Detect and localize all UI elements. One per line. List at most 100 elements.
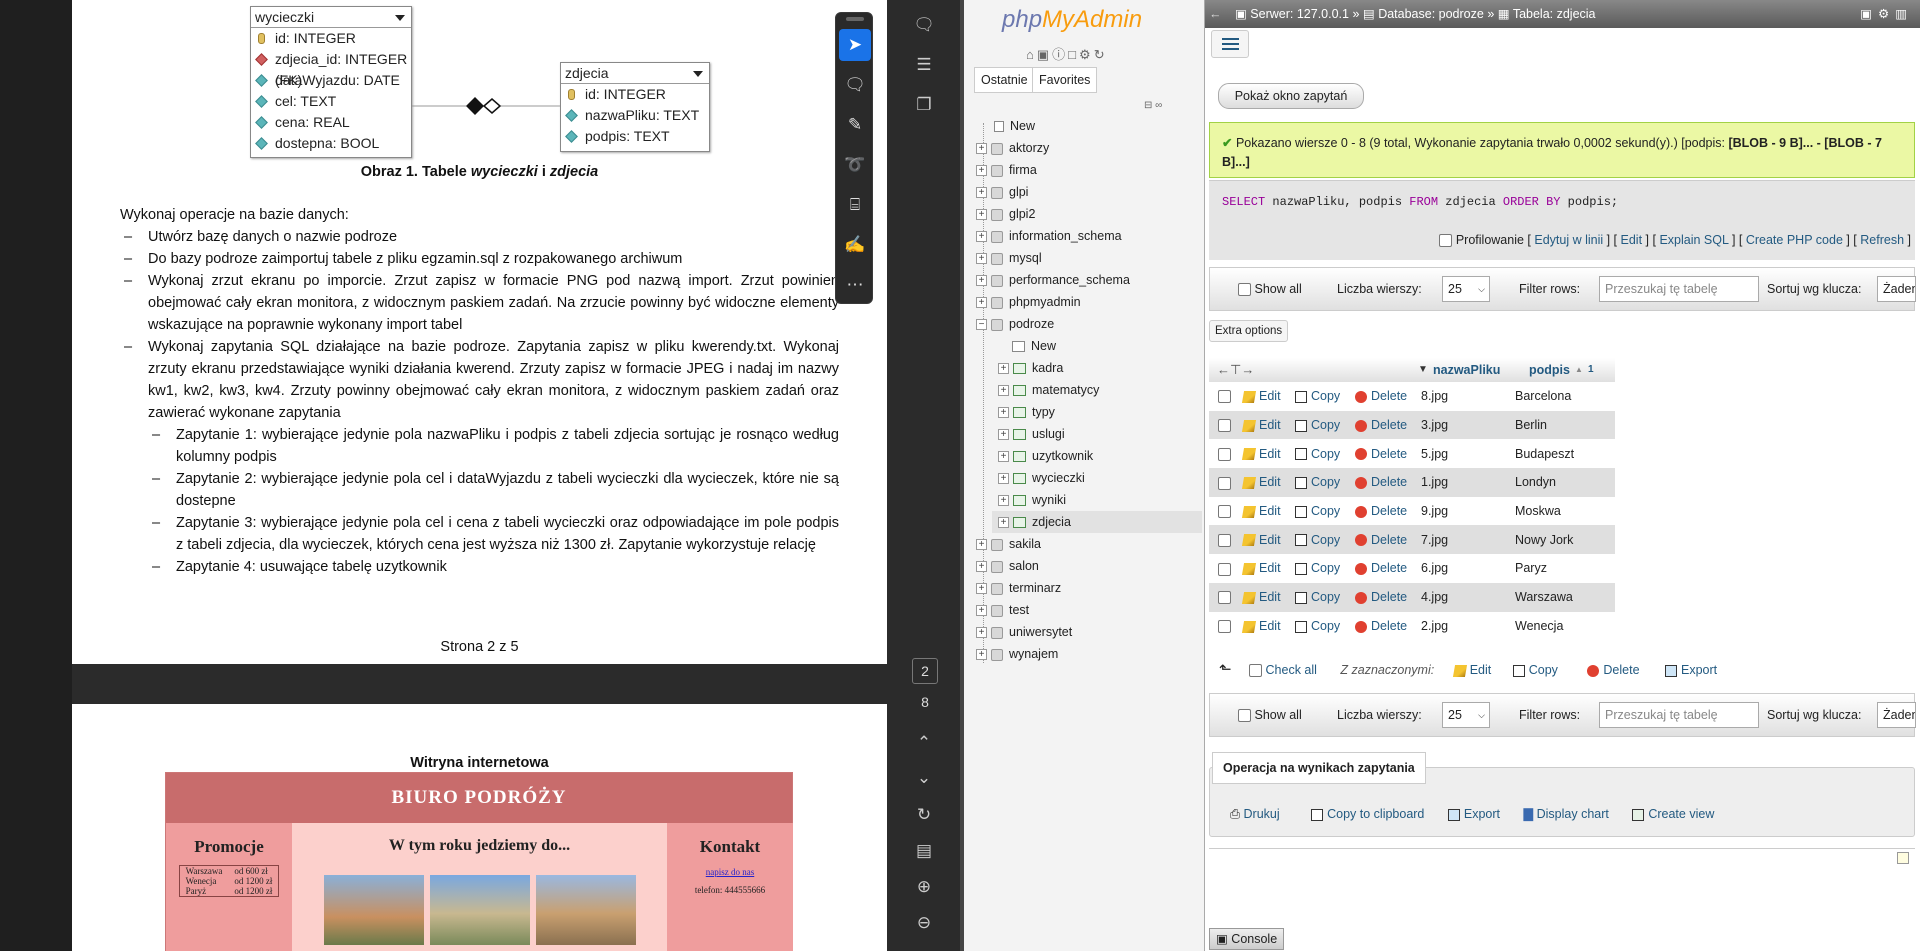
collapse-icon[interactable]: ▥ [1895,7,1913,21]
tree-db-performance-schema[interactable]: + performance_schema [976,269,1130,291]
breadcrumb-table[interactable]: Tabela: zdjecia [1513,7,1596,21]
row-checkbox-cell[interactable] [1209,554,1239,583]
bookmarks-icon[interactable]: ☰ [911,52,937,78]
tree-db-glpi2[interactable]: + glpi2 [976,203,1035,225]
column-header-podpis[interactable]: podpis [1529,363,1570,377]
row-delete-link[interactable]: Delete [1351,439,1417,468]
select-tool-icon[interactable]: ➤ [839,29,871,61]
next-page-icon[interactable]: ⌄ [911,765,937,791]
column-header-nazwapliku[interactable]: nazwaPliku [1433,363,1500,377]
row-copy-link[interactable]: Copy [1291,554,1351,583]
row-checkbox[interactable] [1217,533,1231,547]
pages-icon[interactable]: ❐ [911,92,937,118]
row-checkbox-cell[interactable] [1209,497,1239,526]
tree-db-uniwersytet[interactable]: + uniwersytet [976,621,1072,643]
comments-icon[interactable]: 🗨 [911,12,937,38]
reload-icon[interactable]: ↻ [1094,47,1108,62]
row-delete-link[interactable]: Delete [1351,497,1417,526]
settings-icon[interactable]: ⚙ [1079,47,1094,62]
tree-db-mysql[interactable]: + mysql [976,247,1042,269]
sort-key-select[interactable]: Żaden [1877,702,1916,728]
zoom-out-icon[interactable]: ⊖ [911,910,937,936]
docs-icon[interactable]: □ [1068,47,1079,62]
filter-rows-input[interactable]: Przeszukaj tę tabelę [1599,276,1759,302]
tree-db-information-schema[interactable]: + information_schema [976,225,1122,247]
breadcrumb-database[interactable]: Database: podroze [1378,7,1484,21]
show-query-box-button[interactable]: Pokaż okno zapytań [1218,83,1364,109]
back-arrow-icon[interactable]: ← [1209,0,1222,28]
tab-favorites[interactable]: Favorites [1032,67,1098,93]
row-edit-link[interactable]: Edit [1239,525,1291,554]
row-checkbox-cell[interactable] [1209,468,1239,497]
create-php-code-link[interactable]: Create PHP code [1746,233,1843,247]
tree-db-test[interactable]: + test [976,599,1029,621]
bulk-edit-button[interactable]: Edit [1452,663,1491,677]
tree-table-zdjecia[interactable]: + zdjecia [992,511,1202,533]
previous-page-icon[interactable]: ⌃ [911,730,937,756]
pma-logo[interactable]: phpMyAdmin [1002,6,1142,34]
row-edit-link[interactable]: Edit [1239,612,1291,641]
tree-db-terminarz[interactable]: + terminarz [976,577,1061,599]
row-copy-link[interactable]: Copy [1291,382,1351,411]
row-edit-link[interactable]: Edit [1239,583,1291,612]
bulk-delete-button[interactable]: Delete [1587,663,1640,677]
profiling-checkbox[interactable] [1439,234,1453,248]
edit-link[interactable]: Edit [1621,233,1643,247]
row-delete-link[interactable]: Delete [1351,382,1417,411]
refresh-link[interactable]: Refresh [1860,233,1904,247]
row-checkbox[interactable] [1217,476,1231,490]
tree-table-wyniki[interactable]: + wyniki [998,489,1066,511]
check-all-link[interactable]: Check all [1266,663,1317,677]
row-delete-link[interactable]: Delete [1351,411,1417,440]
row-edit-link[interactable]: Edit [1239,411,1291,440]
tree-db-podroze[interactable]: − podroze [976,313,1054,335]
tree-db-phpmyadmin[interactable]: + phpmyadmin [976,291,1081,313]
row-checkbox-cell[interactable] [1209,382,1239,411]
row-copy-link[interactable]: Copy [1291,497,1351,526]
toolbar-grip[interactable] [846,17,864,21]
row-delete-link[interactable]: Delete [1351,554,1417,583]
sort-key-select[interactable]: Żaden [1877,276,1916,302]
collapse-link-icons[interactable]: ⊟ ∞ [1144,100,1172,112]
tree-new-table[interactable]: New [1012,335,1056,357]
export-button[interactable]: Export [1447,807,1500,821]
row-checkbox[interactable] [1217,591,1231,605]
row-checkbox[interactable] [1217,619,1231,633]
row-delete-link[interactable]: Delete [1351,612,1417,641]
row-copy-link[interactable]: Copy [1291,411,1351,440]
sign-tool-icon[interactable]: ✍ [839,229,871,261]
tree-db-glpi[interactable]: + glpi [976,181,1028,203]
more-tools-icon[interactable]: ⋯ [839,269,871,301]
row-copy-link[interactable]: Copy [1291,468,1351,497]
tree-new-database[interactable]: New [994,115,1035,137]
row-copy-link[interactable]: Copy [1291,525,1351,554]
logout-icon[interactable]: ▣ [1037,47,1052,62]
show-all-toggle[interactable]: Show all [1238,708,1302,723]
tree-table-uslugi[interactable]: + uslugi [998,423,1065,445]
row-checkbox[interactable] [1217,419,1231,433]
row-delete-link[interactable]: Delete [1351,583,1417,612]
filter-rows-input[interactable]: Przeszukaj tę tabelę [1599,702,1759,728]
row-checkbox[interactable] [1217,562,1231,576]
row-copy-link[interactable]: Copy [1291,583,1351,612]
lock-icon[interactable]: ▣ [1860,7,1878,21]
tree-db-sakila[interactable]: + sakila [976,533,1041,555]
breadcrumb-server[interactable]: Serwer: 127.0.0.1 [1250,7,1349,21]
console-tab[interactable]: ▣ Console [1209,928,1285,950]
row-checkbox[interactable] [1217,390,1231,404]
row-checkbox-cell[interactable] [1209,525,1239,554]
row-delete-link[interactable]: Delete [1351,468,1417,497]
row-checkbox[interactable] [1217,505,1231,519]
row-delete-link[interactable]: Delete [1351,525,1417,554]
comment-tool-icon[interactable]: 🗨 [839,69,871,101]
tree-table-matematycy[interactable]: + matematycy [998,379,1099,401]
highlight-tool-icon[interactable]: ✎ [839,109,871,141]
page-number-field[interactable]: 2 [912,658,938,684]
home-icon[interactable]: ⌂ [1026,47,1037,62]
gear-icon[interactable]: ⚙ [1878,7,1895,21]
row-copy-link[interactable]: Copy [1291,612,1351,641]
row-checkbox[interactable] [1217,447,1231,461]
row-checkbox-cell[interactable] [1209,612,1239,641]
tree-db-wynajem[interactable]: + wynajem [976,643,1058,665]
print-button[interactable]: ⎙ Drukuj [1230,807,1280,821]
